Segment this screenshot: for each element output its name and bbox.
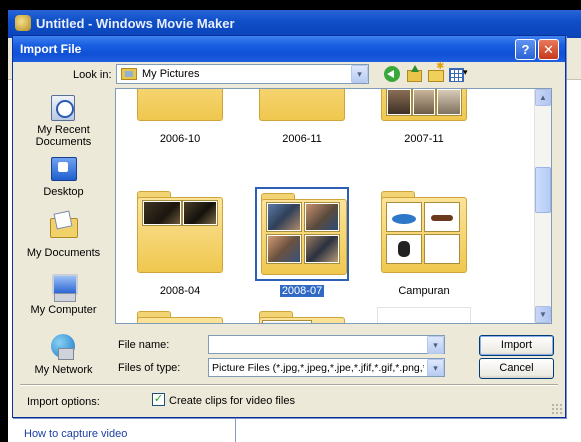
movie-maker-icon	[15, 15, 31, 31]
import-file-dialog: Import File ? ✕ Look in: My Pictures ▾ M…	[12, 35, 566, 418]
place-label: Desktop	[43, 186, 84, 198]
scroll-up-button[interactable]: ▲	[535, 89, 551, 106]
place-desktop[interactable]: Desktop	[20, 154, 107, 210]
look-in-label: Look in:	[73, 69, 112, 81]
file-list[interactable]: 2006-10 2006-11 2007-11 2008-04 2008-07 …	[115, 88, 552, 324]
photo-thumbnail	[267, 203, 301, 231]
folder-label: 2008-04	[159, 285, 201, 297]
close-button[interactable]: ✕	[538, 39, 559, 60]
folder-item[interactable]	[374, 307, 474, 323]
photo-thumbnail	[143, 201, 181, 225]
folder-item[interactable]: 2007-11	[374, 89, 474, 153]
file-name-label: File name:	[118, 339, 170, 351]
folder-thumbnail	[255, 307, 349, 323]
places-bar: My Recent Documents Desktop My Documents…	[20, 88, 107, 378]
files-of-type-dropdown-button[interactable]: ▾	[427, 359, 444, 376]
files-of-type-combo[interactable]: Picture Files (*.jpg,*.jpeg,*.jpe,*.jfif…	[208, 358, 445, 377]
look-in-dropdown-button[interactable]: ▾	[351, 65, 368, 83]
folder-item[interactable]: 2008-04	[130, 187, 230, 305]
folder-item[interactable]: Campuran	[374, 187, 474, 305]
place-label: My Computer	[30, 304, 97, 316]
folder-thumbnail	[377, 307, 471, 323]
place-label: My Network	[34, 364, 93, 376]
screenshot-thumbnail	[263, 321, 311, 323]
up-folder-icon[interactable]	[405, 65, 423, 83]
place-my-documents[interactable]: My Documents	[20, 210, 107, 266]
dialog-title: Import File	[20, 42, 82, 56]
new-folder-icon[interactable]	[427, 61, 445, 83]
create-clips-label[interactable]: Create clips for video files	[169, 395, 295, 407]
files-of-type-label: Files of type:	[118, 362, 181, 374]
vertical-scrollbar[interactable]: ▲ ▼	[534, 89, 551, 323]
place-my-recent-documents[interactable]: My Recent Documents	[20, 92, 107, 148]
clipart-thumbnail	[387, 203, 421, 231]
folder-label: 2006-11	[282, 133, 322, 145]
folder-label: Campuran	[398, 285, 450, 297]
desktop-icon	[48, 154, 78, 184]
folder-thumbnail	[377, 89, 471, 129]
capture-video-link[interactable]: How to capture video	[24, 428, 127, 440]
pictures-folder-icon	[121, 68, 137, 80]
folder-item[interactable]	[130, 307, 230, 323]
file-name-input[interactable]	[208, 335, 445, 354]
folder-label: 2006-10	[159, 133, 201, 145]
resize-grip-icon[interactable]	[551, 403, 562, 414]
dialog-title-bar[interactable]: Import File ? ✕	[13, 36, 565, 62]
folder-thumbnail	[255, 89, 349, 129]
back-icon[interactable]	[383, 65, 401, 83]
import-button[interactable]: Import	[479, 335, 554, 356]
clipart-thumbnail	[425, 235, 459, 263]
photo-thumbnail	[305, 235, 339, 263]
folder-thumbnail	[133, 187, 227, 281]
look-in-combo[interactable]: My Pictures ▾	[116, 64, 369, 84]
photo-thumbnail	[387, 89, 411, 115]
folder-thumbnail	[255, 187, 349, 281]
folder-item[interactable]: 2006-11	[252, 89, 352, 153]
folder-thumbnail	[377, 187, 471, 281]
my-computer-icon	[48, 272, 78, 302]
scroll-thumb[interactable]	[535, 167, 551, 213]
recent-documents-icon	[48, 92, 78, 122]
import-options-label: Import options:	[27, 396, 100, 408]
folder-label: 2008-07	[279, 285, 325, 297]
photo-thumbnail	[183, 201, 217, 225]
cancel-button[interactable]: Cancel	[479, 358, 554, 379]
place-label: My Documents	[26, 247, 101, 259]
clipart-thumbnail	[425, 203, 459, 231]
place-my-computer[interactable]: My Computer	[20, 272, 107, 328]
app-title: Untitled - Windows Movie Maker	[36, 16, 235, 31]
photo-thumbnail	[437, 89, 461, 115]
views-menu-icon[interactable]	[448, 65, 470, 83]
screen: Untitled - Windows Movie Maker How to ca…	[0, 0, 581, 442]
place-my-network[interactable]: My Network	[20, 332, 107, 388]
place-label: My Recent Documents	[35, 124, 92, 148]
folder-thumbnail	[133, 89, 227, 129]
my-documents-icon	[48, 210, 78, 240]
file-name-dropdown-button[interactable]: ▾	[427, 336, 444, 354]
app-title-bar: Untitled - Windows Movie Maker	[8, 10, 581, 38]
clipart-thumbnail	[387, 235, 421, 263]
my-network-icon	[48, 332, 78, 362]
look-in-value: My Pictures	[142, 68, 200, 80]
folder-label: 2007-11	[404, 133, 444, 145]
folder-item-selected[interactable]: 2008-07	[252, 187, 352, 305]
photo-thumbnail	[305, 203, 339, 231]
folder-thumbnail	[133, 307, 227, 323]
photo-thumbnail	[413, 89, 435, 115]
help-button[interactable]: ?	[515, 39, 536, 60]
scroll-down-button[interactable]: ▼	[535, 306, 551, 323]
create-clips-checkbox[interactable]: ✓	[152, 393, 165, 406]
separator	[20, 384, 558, 386]
folder-item[interactable]	[252, 307, 352, 323]
folder-item[interactable]: 2006-10	[130, 89, 230, 153]
frame-top	[0, 0, 581, 10]
photo-thumbnail	[267, 235, 301, 263]
files-of-type-value: Picture Files (*.jpg,*.jpeg,*.jpe,*.jfif…	[212, 362, 424, 374]
